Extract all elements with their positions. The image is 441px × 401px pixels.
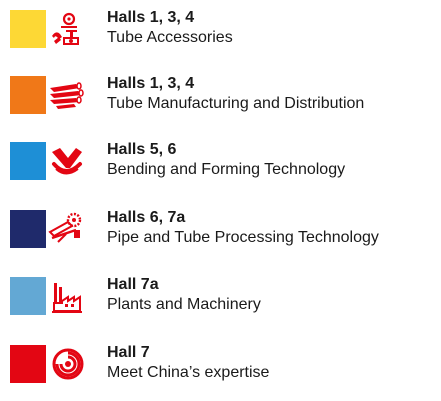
hall-numbers: Halls 1, 3, 4 <box>107 75 195 92</box>
color-swatch-yellow <box>10 10 46 48</box>
legend-item-text: Halls 1, 3, 4 Tube Manufacturing and Dis… <box>107 74 364 114</box>
hall-numbers: Hall 7 <box>107 344 150 361</box>
saw-cutting-icon <box>46 210 86 248</box>
bent-pipe-icon <box>46 142 86 180</box>
color-swatch-blue <box>10 142 46 180</box>
legend-item-tube-manufacturing: Halls 1, 3, 4 Tube Manufacturing and Dis… <box>10 74 441 116</box>
tube-accessories-icon <box>46 10 86 48</box>
category-label: Pipe and Tube Processing Technology <box>107 229 379 246</box>
color-swatch-red <box>10 345 46 383</box>
stacked-tubes-icon <box>46 76 86 114</box>
color-swatch-orange <box>10 76 46 114</box>
category-label: Tube Accessories <box>107 29 233 46</box>
hall-numbers: Hall 7a <box>107 276 159 293</box>
category-label: Plants and Machinery <box>107 296 261 313</box>
legend-item-text: Halls 5, 6 Bending and Forming Technolog… <box>107 140 345 180</box>
color-swatch-light-blue <box>10 277 46 315</box>
hall-numbers: Halls 1, 3, 4 <box>107 9 195 26</box>
color-swatch-navy <box>10 210 46 248</box>
category-label: Bending and Forming Technology <box>107 161 346 178</box>
category-label: Tube Manufacturing and Distribution <box>107 95 365 112</box>
hall-numbers: Halls 5, 6 <box>107 141 177 158</box>
legend-item-plants-machinery: Hall 7a Plants and Machinery <box>10 275 441 317</box>
hall-legend: Halls 1, 3, 4 Tube Accessories Halls 1, … <box>0 0 441 401</box>
legend-item-text: Halls 6, 7a Pipe and Tube Processing Tec… <box>107 208 379 248</box>
legend-item-china-expertise: Hall 7 Meet China’s expertise <box>10 343 441 385</box>
factory-icon <box>46 277 86 315</box>
hall-numbers: Halls 6, 7a <box>107 209 186 226</box>
legend-item-text: Hall 7a Plants and Machinery <box>107 275 261 315</box>
china-spiral-icon <box>46 345 86 383</box>
category-label: Meet China’s expertise <box>107 364 270 381</box>
legend-item-text: Halls 1, 3, 4 Tube Accessories <box>107 8 233 48</box>
legend-item-processing-technology: Halls 6, 7a Pipe and Tube Processing Tec… <box>10 208 441 250</box>
legend-item-text: Hall 7 Meet China’s expertise <box>107 343 269 383</box>
legend-item-bending-forming: Halls 5, 6 Bending and Forming Technolog… <box>10 140 441 182</box>
legend-item-tube-accessories: Halls 1, 3, 4 Tube Accessories <box>10 8 441 50</box>
